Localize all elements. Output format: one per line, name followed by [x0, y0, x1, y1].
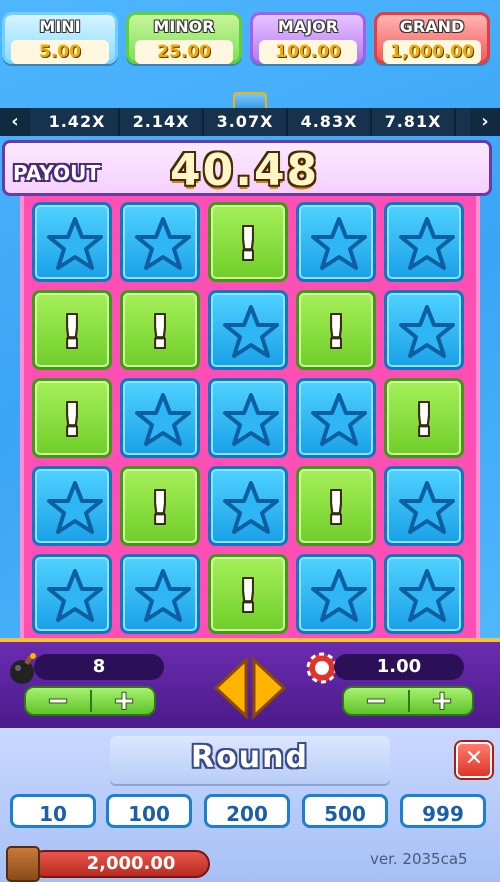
star-icon [311, 217, 367, 270]
multiplier-2: 2.14X [120, 108, 204, 136]
warning-tile[interactable]: ! [120, 466, 200, 546]
round-option-100[interactable]: 100 [106, 794, 192, 828]
star-icon [223, 481, 279, 534]
star-icon [399, 305, 455, 358]
star-icon [47, 569, 103, 622]
exclamation-icon: ! [149, 483, 171, 534]
star-icon [47, 217, 103, 270]
star-tile[interactable] [384, 466, 464, 546]
exclamation-icon: ! [325, 483, 347, 534]
star-tile[interactable] [208, 378, 288, 458]
star-icon [399, 569, 455, 622]
exclamation-icon: ! [237, 219, 259, 270]
mines-decrease-button[interactable]: − [26, 688, 90, 714]
jackpot-mini-label: MINI [39, 17, 81, 36]
multiplier-next-button[interactable]: › [470, 108, 500, 136]
bet-stepper: − + [342, 686, 474, 716]
balance-display: 2,000.00 [30, 850, 210, 878]
exclamation-icon: ! [149, 307, 171, 358]
multiplier-4: 4.83X [288, 108, 372, 136]
star-tile[interactable] [32, 202, 112, 282]
payout-panel: PAYOUT 40.48 [2, 140, 492, 196]
star-tile[interactable] [120, 554, 200, 634]
exclamation-icon: ! [61, 395, 83, 446]
exclamation-icon: ! [325, 307, 347, 358]
round-option-200[interactable]: 200 [204, 794, 290, 828]
wallet-icon [6, 846, 40, 882]
warning-tile[interactable]: ! [208, 202, 288, 282]
warning-tile[interactable]: ! [208, 554, 288, 634]
jackpot-major-value: 100.00 [259, 40, 357, 64]
star-icon [223, 393, 279, 446]
jackpot-grand: GRAND 1,000.00 [374, 12, 490, 64]
warning-tile[interactable]: ! [32, 290, 112, 370]
payout-value: 40.48 [170, 145, 320, 196]
star-tile[interactable] [32, 554, 112, 634]
bet-controls: 8 − + 1.00 − + [0, 638, 500, 728]
star-tile[interactable] [32, 466, 112, 546]
bet-decrease-button[interactable]: − [344, 688, 408, 714]
game-board: !!!!!!!!! [20, 196, 480, 638]
jackpot-grand-value: 1,000.00 [383, 40, 481, 64]
jackpot-minor-label: MINOR [153, 17, 215, 36]
star-tile[interactable] [120, 378, 200, 458]
star-tile[interactable] [208, 466, 288, 546]
multiplier-3: 3.07X [204, 108, 288, 136]
star-tile[interactable] [384, 554, 464, 634]
star-icon [135, 393, 191, 446]
jackpot-major: MAJOR 100.00 [250, 12, 366, 64]
bet-amount: 1.00 [334, 654, 464, 680]
star-tile[interactable] [384, 202, 464, 282]
jackpot-grand-label: GRAND [399, 17, 465, 36]
round-option-10[interactable]: 10 [10, 794, 96, 828]
exclamation-icon: ! [61, 307, 83, 358]
star-tile[interactable] [296, 554, 376, 634]
bet-increase-button[interactable]: + [410, 688, 474, 714]
warning-tile[interactable]: ! [296, 290, 376, 370]
switch-arrows-icon[interactable] [212, 656, 288, 720]
exclamation-icon: ! [413, 395, 435, 446]
mines-stepper: − + [24, 686, 156, 716]
warning-tile[interactable]: ! [384, 378, 464, 458]
close-button[interactable]: ✕ [456, 742, 492, 778]
version-label: ver. 2035ca5 [370, 850, 468, 868]
multiplier-prev-button[interactable]: ‹ [0, 108, 30, 136]
round-title: Round [191, 740, 309, 775]
round-option-500[interactable]: 500 [302, 794, 388, 828]
star-tile[interactable] [120, 202, 200, 282]
star-tile[interactable] [384, 290, 464, 370]
star-icon [399, 481, 455, 534]
exclamation-icon: ! [237, 571, 259, 622]
jackpot-minor-value: 25.00 [135, 40, 233, 64]
star-tile[interactable] [296, 378, 376, 458]
star-icon [135, 569, 191, 622]
star-icon [135, 217, 191, 270]
warning-tile[interactable]: ! [32, 378, 112, 458]
warning-tile[interactable]: ! [120, 290, 200, 370]
multiplier-bar: ‹ 1.42X 2.14X 3.07X 4.83X 7.81X › [0, 108, 500, 136]
round-option-999[interactable]: 999 [400, 794, 486, 828]
star-icon [311, 569, 367, 622]
multiplier-5: 7.81X [372, 108, 456, 136]
star-icon [223, 305, 279, 358]
warning-tile[interactable]: ! [296, 466, 376, 546]
star-tile[interactable] [296, 202, 376, 282]
star-icon [399, 217, 455, 270]
payout-label: PAYOUT [13, 161, 101, 185]
mines-count: 8 [34, 654, 164, 680]
multiplier-1: 1.42X [36, 108, 120, 136]
star-tile[interactable] [208, 290, 288, 370]
round-panel: Round ✕ 10 100 200 500 999 2,000.00 ver.… [0, 728, 500, 882]
jackpot-mini: MINI 5.00 [2, 12, 118, 64]
jackpot-major-label: MAJOR [277, 17, 339, 36]
jackpot-mini-value: 5.00 [11, 40, 109, 64]
star-icon [47, 481, 103, 534]
jackpot-minor: MINOR 25.00 [126, 12, 242, 64]
mines-increase-button[interactable]: + [92, 688, 156, 714]
star-icon [311, 393, 367, 446]
